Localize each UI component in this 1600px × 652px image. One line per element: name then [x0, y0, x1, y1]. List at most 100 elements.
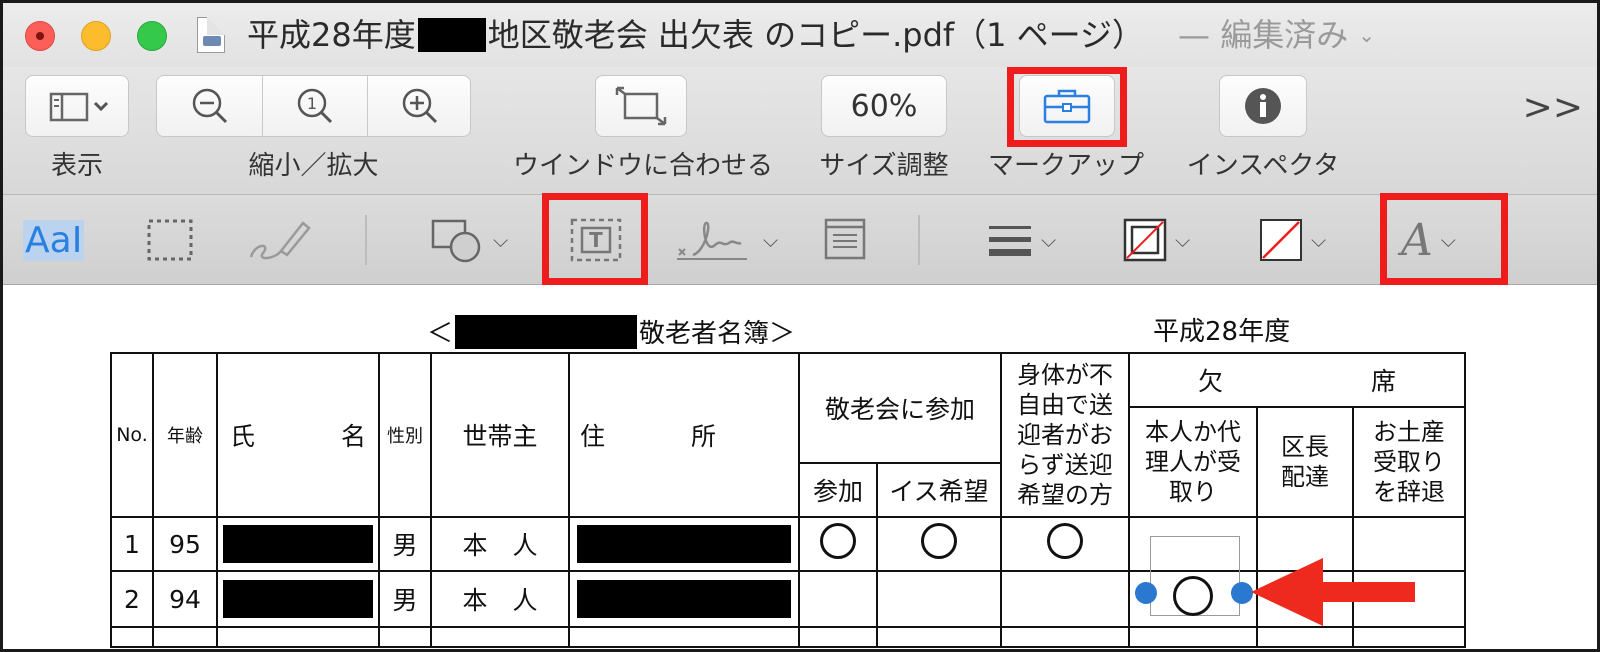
fit-window-label: ウインドウに合わせる [512, 151, 773, 181]
chevron-down-icon: ⌵ [1311, 228, 1327, 252]
shapes-tool[interactable]: ⌵ [429, 213, 508, 267]
border-color-icon [1123, 218, 1167, 262]
pdf-page: ＜ 敬老者名簿＞ 平成28年度 No. 年齢 氏 名 性別 世帯主 住 所 敬老… [3, 286, 1597, 649]
header-age: 年齢 [152, 352, 218, 518]
row-head: 本 人 [430, 570, 570, 628]
header-decline: お土産受取りを辞退 [1352, 406, 1466, 518]
header-attend-chair: イス希望 [876, 462, 1002, 518]
chevron-down-icon: ⌵ [1041, 228, 1057, 252]
markup-bar: AaI ⌵ T ⌵ ⌵ ⌵ ⌵ A ⌵ [3, 193, 1597, 285]
rectangular-selection-tool[interactable] [145, 213, 195, 267]
row-transport-mark [1000, 516, 1130, 572]
inspector-label: インスペクタ [1186, 151, 1340, 181]
document-heading: ＜ 敬老者名簿＞ [427, 313, 795, 350]
row-age: 94 [152, 570, 218, 628]
chevron-down-icon: ⌵ [493, 228, 509, 252]
size-button[interactable]: 60% [821, 75, 947, 137]
title-suffix: 地区敬老会 出欠表 のコピー.pdf（1 ページ） [487, 16, 1145, 54]
title-prefix: 平成28年度 [247, 16, 416, 54]
fill-color-icon [1260, 219, 1302, 261]
header-no: No. [110, 352, 154, 518]
header-transport: 身体が不自由で送迎者がおらず送迎希望の方 [1000, 352, 1130, 518]
signature-tool[interactable]: ⌵ [675, 213, 778, 267]
dotted-rectangle-icon [147, 219, 193, 261]
shapes-icon [431, 219, 481, 263]
circle-annotation[interactable] [1173, 576, 1213, 616]
row-name-redacted [216, 516, 380, 572]
minimize-window-button[interactable] [81, 21, 111, 51]
actual-size-button[interactable]: 1 [263, 76, 367, 136]
line-style-tool[interactable]: ⌵ [987, 213, 1056, 267]
header-head: 世帯主 [430, 352, 570, 518]
heading-open: ＜ [427, 319, 454, 349]
row-attend-mark [798, 516, 878, 572]
row-no: 2 [110, 570, 154, 628]
note-tool[interactable] [823, 213, 867, 267]
main-toolbar: 表示 1 縮小／拡大 ウインドウに合わせる 60% サイズ調整 マークアップ イ… [3, 67, 1597, 195]
fit-window-icon [615, 86, 667, 126]
header-proxy: 本人か代理人が受取り [1128, 406, 1258, 518]
pointer-arrow-icon [1251, 558, 1415, 626]
signature-icon [677, 221, 747, 260]
pdf-document-icon [197, 17, 225, 53]
edited-status: — 編集済み [1178, 16, 1349, 54]
resize-handle-right[interactable] [1231, 582, 1253, 604]
row-sex: 男 [378, 516, 432, 572]
row-sex: 男 [378, 570, 432, 628]
fit-window-button[interactable] [595, 75, 687, 137]
header-sex: 性別 [378, 352, 432, 518]
zoom-in-icon [402, 88, 438, 124]
row-head: 本 人 [430, 516, 570, 572]
title-bar: 平成28年度 地区敬老会 出欠表 のコピー.pdf（1 ページ） — 編集済み … [3, 3, 1597, 67]
row-no: 1 [110, 516, 154, 572]
actual-size-icon: 1 [297, 88, 333, 124]
zoom-out-button[interactable] [157, 76, 262, 136]
header-address: 住 所 [568, 352, 800, 518]
toolbar-overflow-button[interactable]: >> [1523, 87, 1583, 128]
zoom-in-button[interactable] [368, 76, 472, 136]
chevron-down-icon: ⌵ [1175, 228, 1191, 252]
row-address-redacted [568, 516, 800, 572]
header-name: 氏 名 [216, 352, 380, 518]
header-attend-join: 参加 [798, 462, 878, 518]
view-button[interactable] [25, 75, 129, 137]
header-chief: 区長配達 [1256, 406, 1354, 518]
redaction-block [455, 314, 638, 349]
header-attend: 敬老会に参加 [798, 352, 1002, 464]
row-address-redacted [568, 570, 800, 628]
text-selection-tool[interactable]: AaI [23, 213, 85, 267]
border-color-tool[interactable]: ⌵ [1123, 213, 1190, 267]
text-box-highlight-box [542, 193, 648, 285]
row-age: 95 [152, 516, 218, 572]
heading-text: 敬老者名簿＞ [639, 319, 796, 349]
inspector-button[interactable] [1219, 75, 1307, 137]
note-icon [824, 218, 866, 260]
text-style-highlight-box [1380, 193, 1508, 285]
sketch-tool[interactable] [245, 213, 315, 267]
row-name-redacted [216, 570, 380, 628]
chevron-down-icon: ⌵ [763, 228, 779, 252]
preview-window: 平成28年度 地区敬老会 出欠表 のコピー.pdf（1 ページ） — 編集済み … [0, 0, 1600, 652]
redaction-block [417, 18, 486, 52]
line-style-icon [989, 226, 1031, 256]
close-window-button[interactable] [25, 21, 55, 51]
zoom-label: 縮小／拡大 [248, 151, 379, 181]
size-value: 60% [850, 88, 918, 124]
resize-handle-left[interactable] [1135, 582, 1157, 604]
zoom-out-icon [192, 88, 227, 124]
window-title[interactable]: 平成28年度 地区敬老会 出欠表 のコピー.pdf（1 ページ） — 編集済み … [247, 11, 1375, 59]
markup-label: マークアップ [987, 151, 1144, 181]
document-year: 平成28年度 [1153, 317, 1291, 347]
view-label: 表示 [50, 151, 103, 181]
sidebar-icon [49, 92, 109, 122]
info-icon [1245, 88, 1281, 124]
text-selection-label: AaI [23, 219, 85, 261]
markup-highlight-box [1007, 67, 1127, 147]
zoom-control: 1 [156, 75, 471, 137]
chevron-down-icon[interactable]: ⌄ [1358, 11, 1375, 59]
fill-color-tool[interactable]: ⌵ [1259, 213, 1326, 267]
header-absent: 欠 席 [1128, 352, 1466, 408]
row-chair-mark [876, 516, 1002, 572]
zoom-window-button[interactable] [137, 21, 167, 51]
sketch-pen-icon [249, 221, 311, 260]
